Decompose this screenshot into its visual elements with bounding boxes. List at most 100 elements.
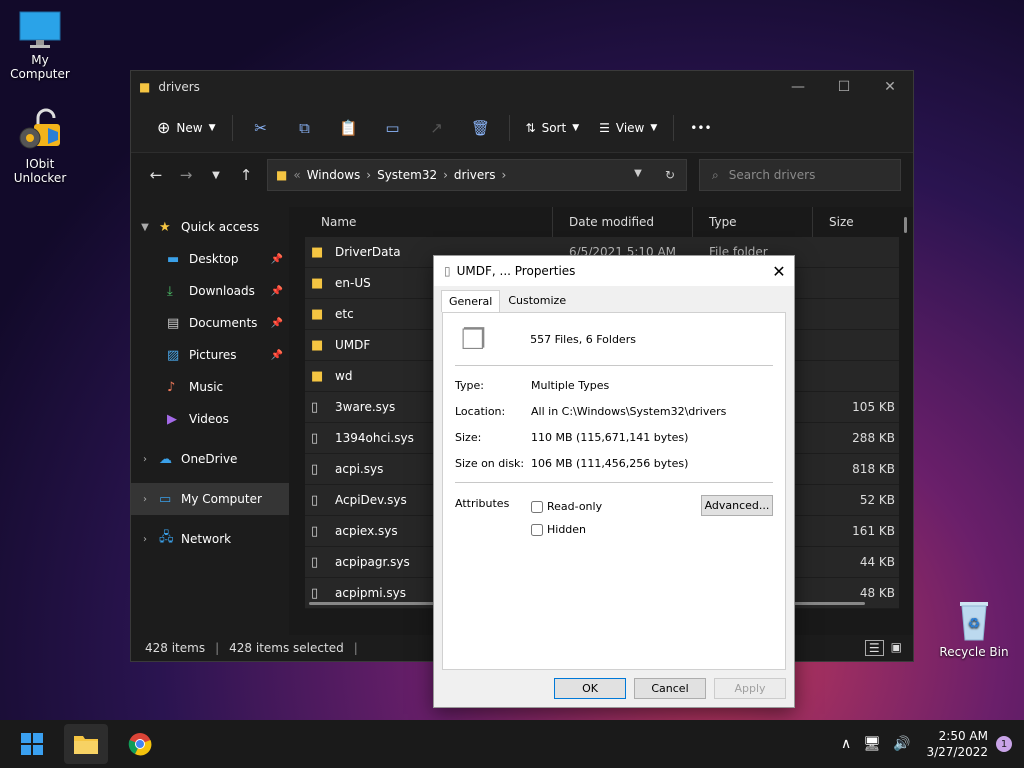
forward-arrow-icon[interactable]: → xyxy=(171,166,201,184)
copy-button[interactable]: ⧉ xyxy=(283,112,327,144)
start-button[interactable] xyxy=(10,724,54,764)
vertical-scrollbar[interactable] xyxy=(904,217,907,233)
sort-button[interactable]: ⇅ Sort ▼ xyxy=(516,112,590,144)
dialog-titlebar[interactable]: ▯ UMDF, ... Properties ✕ xyxy=(434,256,794,286)
breadcrumb-drivers[interactable]: drivers xyxy=(454,168,496,182)
chevron-right-icon[interactable]: › xyxy=(131,494,159,505)
download-icon: ⤓ xyxy=(167,283,173,299)
up-arrow-icon[interactable]: ↑ xyxy=(231,166,261,184)
file-name: acpiex.sys xyxy=(335,524,398,538)
hidden-checkbox[interactable]: Hidden xyxy=(531,518,602,541)
minimize-icon[interactable]: — xyxy=(775,79,821,95)
apply-button[interactable]: Apply xyxy=(714,678,786,699)
nav-documents[interactable]: ▤ Documents 📌 xyxy=(131,307,289,339)
prop-size-value: 110 MB (115,671,141 bytes) xyxy=(531,430,689,444)
file-icon: ▯ xyxy=(311,399,319,415)
file-name: 1394ohci.sys xyxy=(335,431,414,445)
column-size[interactable]: Size xyxy=(813,207,893,237)
cancel-button[interactable]: Cancel xyxy=(634,678,706,699)
nav-music[interactable]: ♪ Music xyxy=(131,371,289,403)
recycle-bin-icon: ♻ xyxy=(960,602,988,641)
nav-network[interactable]: › 🖧 Network xyxy=(131,523,289,555)
share-icon: ↗ xyxy=(430,118,443,137)
chevron-right-icon: › xyxy=(443,168,448,182)
delete-button[interactable]: 🗑 xyxy=(459,112,503,144)
paste-button[interactable]: 📋 xyxy=(327,112,371,144)
address-overflow[interactable]: « xyxy=(293,168,300,182)
more-options-button[interactable]: ••• xyxy=(680,112,721,144)
view-button[interactable]: ☰ View ▼ xyxy=(589,112,667,144)
tiles-view-icon[interactable]: ▣ xyxy=(888,640,905,656)
chevron-up-icon[interactable]: ∧ xyxy=(841,736,851,752)
chevron-right-icon[interactable]: › xyxy=(131,534,159,545)
recent-chevron-icon[interactable]: ▼ xyxy=(201,170,231,181)
search-input[interactable] xyxy=(728,168,879,182)
nav-downloads[interactable]: ⤓ Downloads 📌 xyxy=(131,275,289,307)
breadcrumb-windows[interactable]: Windows xyxy=(307,168,361,182)
explorer-titlebar[interactable]: ■ drivers — ☐ ✕ xyxy=(131,71,913,103)
share-button[interactable]: ↗ xyxy=(415,112,459,144)
details-view-icon[interactable]: ☰ xyxy=(864,640,884,656)
advanced-button[interactable]: Advanced... xyxy=(701,495,773,516)
desktop-icon-my-computer[interactable]: My Computer xyxy=(0,10,80,81)
file-name: wd xyxy=(335,369,353,383)
readonly-checkbox[interactable]: Read-only xyxy=(531,495,602,518)
rename-button[interactable]: ▭ xyxy=(371,112,415,144)
close-icon[interactable]: ✕ xyxy=(764,262,794,281)
nav-quick-access[interactable]: ▼ ★ Quick access xyxy=(131,211,289,243)
column-date[interactable]: Date modified xyxy=(553,207,693,237)
column-type[interactable]: Type xyxy=(693,207,813,237)
search-icon: ⌕ xyxy=(712,167,719,182)
cut-button[interactable]: ✂ xyxy=(239,112,283,144)
file-icon: ▯ xyxy=(311,585,319,601)
pin-icon[interactable]: 📌 xyxy=(271,286,283,297)
desktop-icon-recycle-bin[interactable]: ♻ Recycle Bin xyxy=(934,598,1014,659)
clock[interactable]: 2:50 AM 3/27/2022 xyxy=(926,728,988,760)
picture-icon: ▨ xyxy=(167,347,180,363)
nav-videos[interactable]: ▶ Videos xyxy=(131,403,289,435)
close-icon[interactable]: ✕ xyxy=(867,79,913,95)
new-button[interactable]: ⊕ New ▼ xyxy=(147,112,226,144)
clock-time: 2:50 AM xyxy=(938,729,988,743)
chevron-down-icon[interactable]: ▼ xyxy=(131,222,159,233)
file-size: 44 KB xyxy=(859,555,895,569)
file-name: UMDF xyxy=(335,338,371,352)
nav-pictures[interactable]: ▨ Pictures 📌 xyxy=(131,339,289,371)
cloud-icon: ☁ xyxy=(159,451,172,467)
chevron-right-icon[interactable]: › xyxy=(131,454,159,465)
breadcrumb-system32[interactable]: System32 xyxy=(377,168,437,182)
taskbar: ∧ 🖥 🔊 2:50 AM 3/27/2022 1 xyxy=(0,720,1024,768)
nav-my-computer[interactable]: › ▭ My Computer xyxy=(131,483,289,515)
readonly-checkbox-input[interactable] xyxy=(531,500,543,513)
taskbar-file-explorer[interactable] xyxy=(64,724,108,764)
ok-button[interactable]: OK xyxy=(554,678,626,699)
history-chevron-icon[interactable]: ▼ xyxy=(622,168,654,182)
pin-icon[interactable]: 📌 xyxy=(271,318,283,329)
tab-customize[interactable]: Customize xyxy=(500,289,574,312)
file-size: 161 KB xyxy=(852,524,895,538)
back-arrow-icon[interactable]: ← xyxy=(141,166,171,184)
folder-icon: ■ xyxy=(311,337,324,353)
pin-icon[interactable]: 📌 xyxy=(271,254,283,265)
nav-onedrive[interactable]: › ☁ OneDrive xyxy=(131,443,289,475)
tab-general[interactable]: General xyxy=(441,290,501,312)
maximize-icon[interactable]: ☐ xyxy=(821,79,867,95)
attributes-label: Attributes xyxy=(455,497,510,510)
hidden-checkbox-input[interactable] xyxy=(531,523,543,536)
pin-icon[interactable]: 📌 xyxy=(271,350,283,361)
chevron-down-icon: ▼ xyxy=(208,122,216,133)
chevron-right-icon: › xyxy=(501,168,507,182)
nav-desktop[interactable]: ▬ Desktop 📌 xyxy=(131,243,289,275)
file-size: 288 KB xyxy=(852,431,895,445)
volume-icon[interactable]: 🔊 xyxy=(893,736,910,752)
refresh-icon[interactable]: ↻ xyxy=(654,168,686,182)
view-list-icon: ☰ xyxy=(599,120,610,135)
search-box[interactable]: ⌕ xyxy=(699,159,901,191)
taskbar-chrome[interactable] xyxy=(118,724,162,764)
network-icon[interactable]: 🖥 xyxy=(863,736,881,752)
address-bar[interactable]: ■ « Windows › System32 › drivers › ▼ ↻ xyxy=(267,159,687,191)
windows-logo-icon xyxy=(21,733,43,755)
column-name[interactable]: Name xyxy=(305,207,553,237)
desktop-icon-iobit-unlocker[interactable]: IObit Unlocker xyxy=(0,108,80,185)
notification-badge[interactable]: 1 xyxy=(996,736,1012,752)
